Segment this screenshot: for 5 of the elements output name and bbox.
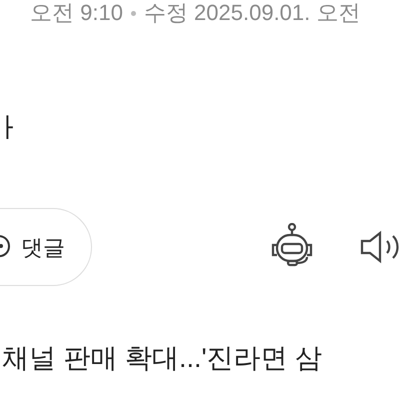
modified-time: 수정 2025.09.01. 오전 — [144, 0, 360, 26]
publish-time: 오전 9:10 — [30, 0, 123, 26]
comment-button[interactable]: 댓글 — [0, 208, 92, 286]
title-text: ㅏ — [0, 112, 22, 143]
article-headline[interactable]: 채널 판매 확대...'진라면 삼 — [2, 343, 322, 373]
